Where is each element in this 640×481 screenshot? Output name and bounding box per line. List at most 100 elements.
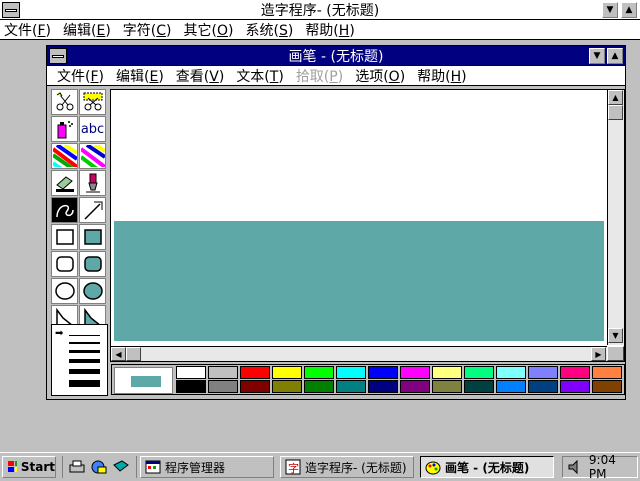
color-swatch[interactable] (400, 380, 430, 393)
task-label: 造字程序- (无标题) (305, 460, 407, 475)
taskbar: Start 程序管理器 字 造字程序- (无标题) 画笔 - (无标题) 9:0… (0, 452, 640, 481)
rectangle-tool[interactable] (51, 224, 78, 250)
color-swatch[interactable] (304, 366, 334, 379)
windows-logo-icon (8, 461, 17, 472)
line-width-4[interactable] (69, 359, 100, 363)
color-swatch[interactable] (272, 380, 302, 393)
taskbar-separator (136, 456, 137, 478)
scroll-left-button[interactable]: ◀ (111, 347, 126, 361)
task-label: 程序管理器 (165, 460, 226, 475)
line-width-1[interactable] (69, 335, 100, 336)
drawing-canvas[interactable]: ▲ ▼ ◀ ▶ (110, 89, 625, 362)
line-width-6[interactable] (69, 380, 100, 387)
quick-launch-printer-icon[interactable] (68, 459, 86, 479)
taskbar-separator (62, 456, 63, 478)
color-swatch[interactable] (560, 380, 590, 393)
color-swatch[interactable] (336, 380, 366, 393)
filled-ellipse-tool[interactable] (79, 278, 106, 304)
brush-tool[interactable] (79, 170, 106, 196)
outer-menu-item[interactable]: 帮助(H) (305, 20, 354, 40)
outer-maximize-button[interactable]: ▲ (621, 2, 637, 18)
outer-system-menu-button[interactable] (2, 2, 20, 18)
color-swatch[interactable] (592, 380, 622, 393)
color-swatch[interactable] (272, 366, 302, 379)
outer-menu-item[interactable]: 其它(O) (184, 20, 234, 40)
color-swatch[interactable] (400, 366, 430, 379)
color-swatch[interactable] (496, 380, 526, 393)
volume-icon[interactable] (567, 459, 583, 475)
color-swatch[interactable] (208, 366, 238, 379)
paint-menu-item[interactable]: 拾取(P) (296, 66, 343, 86)
menu-item-label: 文本( (236, 68, 270, 85)
paint-system-menu-button[interactable] (49, 48, 67, 64)
rect-select-tool[interactable] (79, 89, 106, 115)
horizontal-scrollbar[interactable]: ◀ ▶ (111, 346, 607, 361)
color-swatch[interactable] (176, 366, 206, 379)
line-width-2[interactable] (69, 342, 100, 344)
text-tool[interactable]: abc (79, 116, 106, 142)
filled-rounded-rect-tool[interactable] (79, 251, 106, 277)
vertical-scrollbar[interactable]: ▲ ▼ (607, 90, 624, 345)
scroll-up-button[interactable]: ▲ (608, 90, 623, 105)
color-swatch[interactable] (528, 380, 558, 393)
ellipse-tool[interactable] (51, 278, 78, 304)
paint-menu-item[interactable]: 文件(F) (57, 66, 104, 86)
quick-launch-desktop-icon[interactable] (112, 459, 130, 479)
color-swatch[interactable] (496, 366, 526, 379)
color-swatch[interactable] (464, 380, 494, 393)
menu-item-accelerator: O (388, 68, 400, 85)
color-swatch[interactable] (240, 380, 270, 393)
start-button[interactable]: Start (2, 456, 56, 478)
task-paintbrush[interactable]: 画笔 - (无标题) (420, 456, 554, 478)
color-swatch[interactable] (432, 366, 462, 379)
paint-menu-item[interactable]: 查看(V) (176, 66, 225, 86)
outer-minimize-button[interactable]: ▼ (602, 2, 618, 18)
color-swatch[interactable] (304, 380, 334, 393)
menu-item-suffix: ) (218, 68, 225, 85)
menu-item-suffix: ) (98, 68, 104, 85)
rounded-rect-tool[interactable] (51, 251, 78, 277)
color-swatch[interactable] (368, 380, 398, 393)
color-swatch[interactable] (560, 366, 590, 379)
paint-menu-item[interactable]: 编辑(E) (116, 66, 164, 86)
airbrush-tool[interactable] (51, 116, 78, 142)
color-swatch[interactable] (176, 380, 206, 393)
color-swatch[interactable] (240, 366, 270, 379)
paint-maximize-button[interactable]: ▲ (607, 48, 623, 64)
horizontal-scroll-thumb[interactable] (126, 347, 141, 361)
line-width-3[interactable] (69, 350, 100, 353)
curve-tool[interactable] (51, 197, 78, 223)
scroll-right-button[interactable]: ▶ (591, 347, 606, 361)
paint-titlebar[interactable]: 画笔 - (无标题) ▼ ▲ (47, 46, 625, 66)
arrow-left-icon: ◀ (115, 349, 122, 359)
scroll-down-button[interactable]: ▼ (608, 328, 623, 343)
color-swatch[interactable] (528, 366, 558, 379)
paint-menu-item[interactable]: 文本(T) (236, 66, 284, 86)
paint-menu-item[interactable]: 帮助(H) (417, 66, 466, 86)
outer-menu-item[interactable]: 文件(F) (4, 20, 51, 40)
line-tool[interactable] (79, 197, 106, 223)
color-swatch[interactable] (208, 380, 238, 393)
task-font-editor[interactable]: 字 造字程序- (无标题) (280, 456, 414, 478)
outer-menu-item[interactable]: 系统(S) (245, 20, 293, 40)
paint-menu-item[interactable]: 选项(O) (355, 66, 405, 86)
outer-menu-item[interactable]: 编辑(E) (63, 20, 111, 40)
eraser-tool[interactable] (79, 143, 106, 169)
clock[interactable]: 9:04 PM (589, 453, 637, 481)
paint-minimize-button[interactable]: ▼ (589, 48, 605, 64)
line-width-5[interactable] (69, 369, 100, 374)
filled-rectangle-tool[interactable] (79, 224, 106, 250)
vertical-scroll-thumb[interactable] (608, 105, 623, 120)
color-swatch[interactable] (464, 366, 494, 379)
color-swatch[interactable] (368, 366, 398, 379)
color-eraser-tool[interactable] (51, 143, 78, 169)
color-swatch[interactable] (336, 366, 366, 379)
task-program-manager[interactable]: 程序管理器 (140, 456, 274, 478)
free-select-tool[interactable] (51, 89, 78, 115)
quick-launch-explorer-icon[interactable] (90, 459, 108, 479)
outer-titlebar[interactable]: 造字程序- (无标题) ▼ ▲ (0, 0, 640, 20)
outer-menu-item[interactable]: 字符(C) (123, 20, 172, 40)
paint-roller-tool[interactable] (51, 170, 78, 196)
color-swatch[interactable] (432, 380, 462, 393)
color-swatch[interactable] (592, 366, 622, 379)
